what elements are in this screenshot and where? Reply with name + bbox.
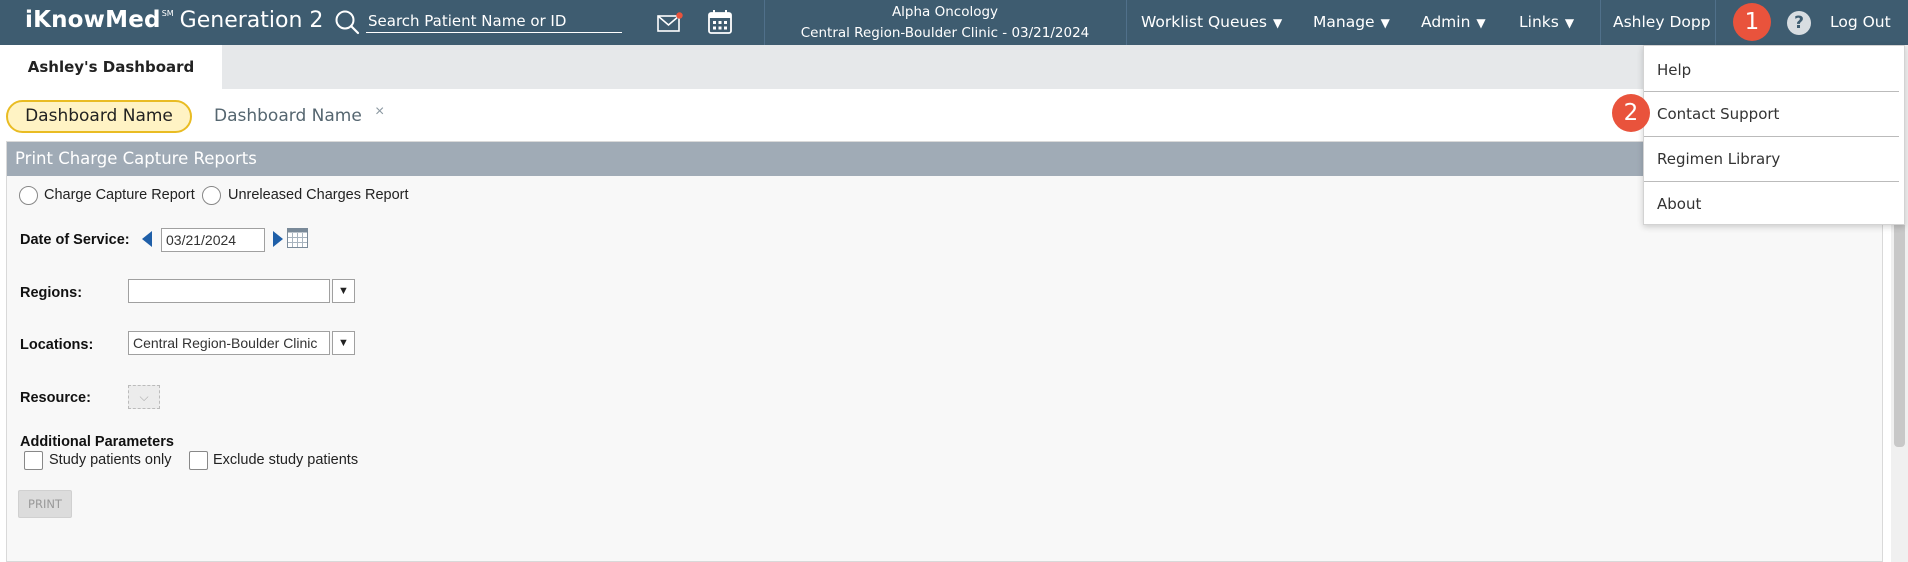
resource-dropdown[interactable]: ⌵ <box>128 385 160 409</box>
tab-ashleys-dashboard[interactable]: Ashley's Dashboard <box>0 45 222 89</box>
checkbox-label: Exclude study patients <box>213 452 359 468</box>
nav-label: Links <box>1519 13 1559 31</box>
organization-info: Alpha Oncology Central Region-Boulder Cl… <box>765 2 1125 44</box>
radio-unreleased-charges-report[interactable] <box>202 186 221 205</box>
help-icon[interactable]: ? <box>1787 11 1811 35</box>
logo-generation: Generation 2 <box>179 8 324 33</box>
menu-item-help[interactable]: Help <box>1644 48 1904 92</box>
nav-label: Manage <box>1313 13 1375 31</box>
logo-brand: iKnowMed <box>25 7 161 33</box>
nav-manage[interactable]: Manage ▼ <box>1313 0 1390 45</box>
checkbox-label: Study patients only <box>49 452 172 468</box>
radio-label: Charge Capture Report <box>44 187 195 203</box>
panel-title: Print Charge Capture Reports <box>7 142 1882 176</box>
chevron-down-icon: ▼ <box>1476 16 1486 30</box>
close-icon[interactable]: × <box>375 103 384 121</box>
nav-worklist-queues[interactable]: Worklist Queues ▼ <box>1141 0 1282 45</box>
logo-service-mark: SM <box>161 9 174 18</box>
app-logo[interactable]: iKnowMedSM Generation 2 <box>25 7 323 33</box>
regions-label: Regions: <box>20 285 83 301</box>
user-name[interactable]: Ashley Dopp <box>1613 0 1711 45</box>
divider <box>1600 0 1601 45</box>
date-of-service-input[interactable] <box>161 228 265 252</box>
dashboard-tab-strip: Ashley's Dashboard <box>0 45 1908 89</box>
mail-icon[interactable] <box>657 11 684 33</box>
top-nav-bar: iKnowMedSM Generation 2 Alpha Oncology Ce… <box>0 0 1908 45</box>
menu-item-regimen-library[interactable]: Regimen Library <box>1644 137 1904 181</box>
nav-label: Worklist Queues <box>1141 13 1267 31</box>
arrow-right-icon[interactable] <box>272 230 284 248</box>
organization-location-date: Central Region-Boulder Clinic - 03/21/20… <box>800 25 1090 41</box>
radio-charge-capture-report[interactable] <box>19 186 38 205</box>
radio-label: Unreleased Charges Report <box>228 187 409 203</box>
menu-item-contact-support[interactable]: Contact Support <box>1644 92 1904 136</box>
locations-dropdown-button[interactable]: ▼ <box>332 331 355 355</box>
logout-link[interactable]: Log Out <box>1830 0 1891 45</box>
patient-search <box>334 8 622 36</box>
chevron-down-icon: ▼ <box>1272 16 1283 30</box>
locations-label: Locations: <box>20 337 94 353</box>
divider <box>1126 0 1127 45</box>
chevron-down-icon: ▼ <box>1564 16 1575 30</box>
menu-item-about[interactable]: About <box>1644 182 1904 226</box>
nav-links[interactable]: Links ▼ <box>1519 0 1574 45</box>
search-icon[interactable] <box>334 9 360 35</box>
nav-label: Admin <box>1421 13 1471 31</box>
step-badge-1: 1 <box>1733 3 1771 41</box>
chevron-down-icon: ⌵ <box>139 390 149 404</box>
calendar-picker-icon[interactable] <box>287 228 308 248</box>
nav-admin[interactable]: Admin ▼ <box>1421 0 1486 45</box>
help-dropdown-menu: Help Contact Support Regimen Library Abo… <box>1643 45 1905 225</box>
regions-input[interactable] <box>128 279 330 303</box>
dashboard-pill[interactable]: Dashboard Name <box>214 106 362 126</box>
step-badge-2: 2 <box>1612 94 1650 132</box>
regions-dropdown-button[interactable]: ▼ <box>332 279 355 303</box>
study-patients-only-checkbox[interactable] <box>24 451 43 470</box>
dashboard-pill-active[interactable]: Dashboard Name <box>6 100 192 133</box>
date-of-service-label: Date of Service: <box>20 232 130 248</box>
chevron-down-icon: ▼ <box>1380 16 1390 30</box>
divider <box>1715 0 1716 45</box>
calendar-icon[interactable] <box>707 9 733 35</box>
resource-label: Resource: <box>20 390 91 406</box>
additional-parameters-label: Additional Parameters <box>20 434 174 450</box>
search-input[interactable] <box>366 10 622 33</box>
exclude-study-patients-checkbox[interactable] <box>189 451 208 470</box>
organization-name: Alpha Oncology <box>891 4 999 20</box>
arrow-left-icon[interactable] <box>141 230 153 248</box>
print-button[interactable]: PRINT <box>18 490 72 518</box>
locations-input[interactable] <box>128 331 330 355</box>
